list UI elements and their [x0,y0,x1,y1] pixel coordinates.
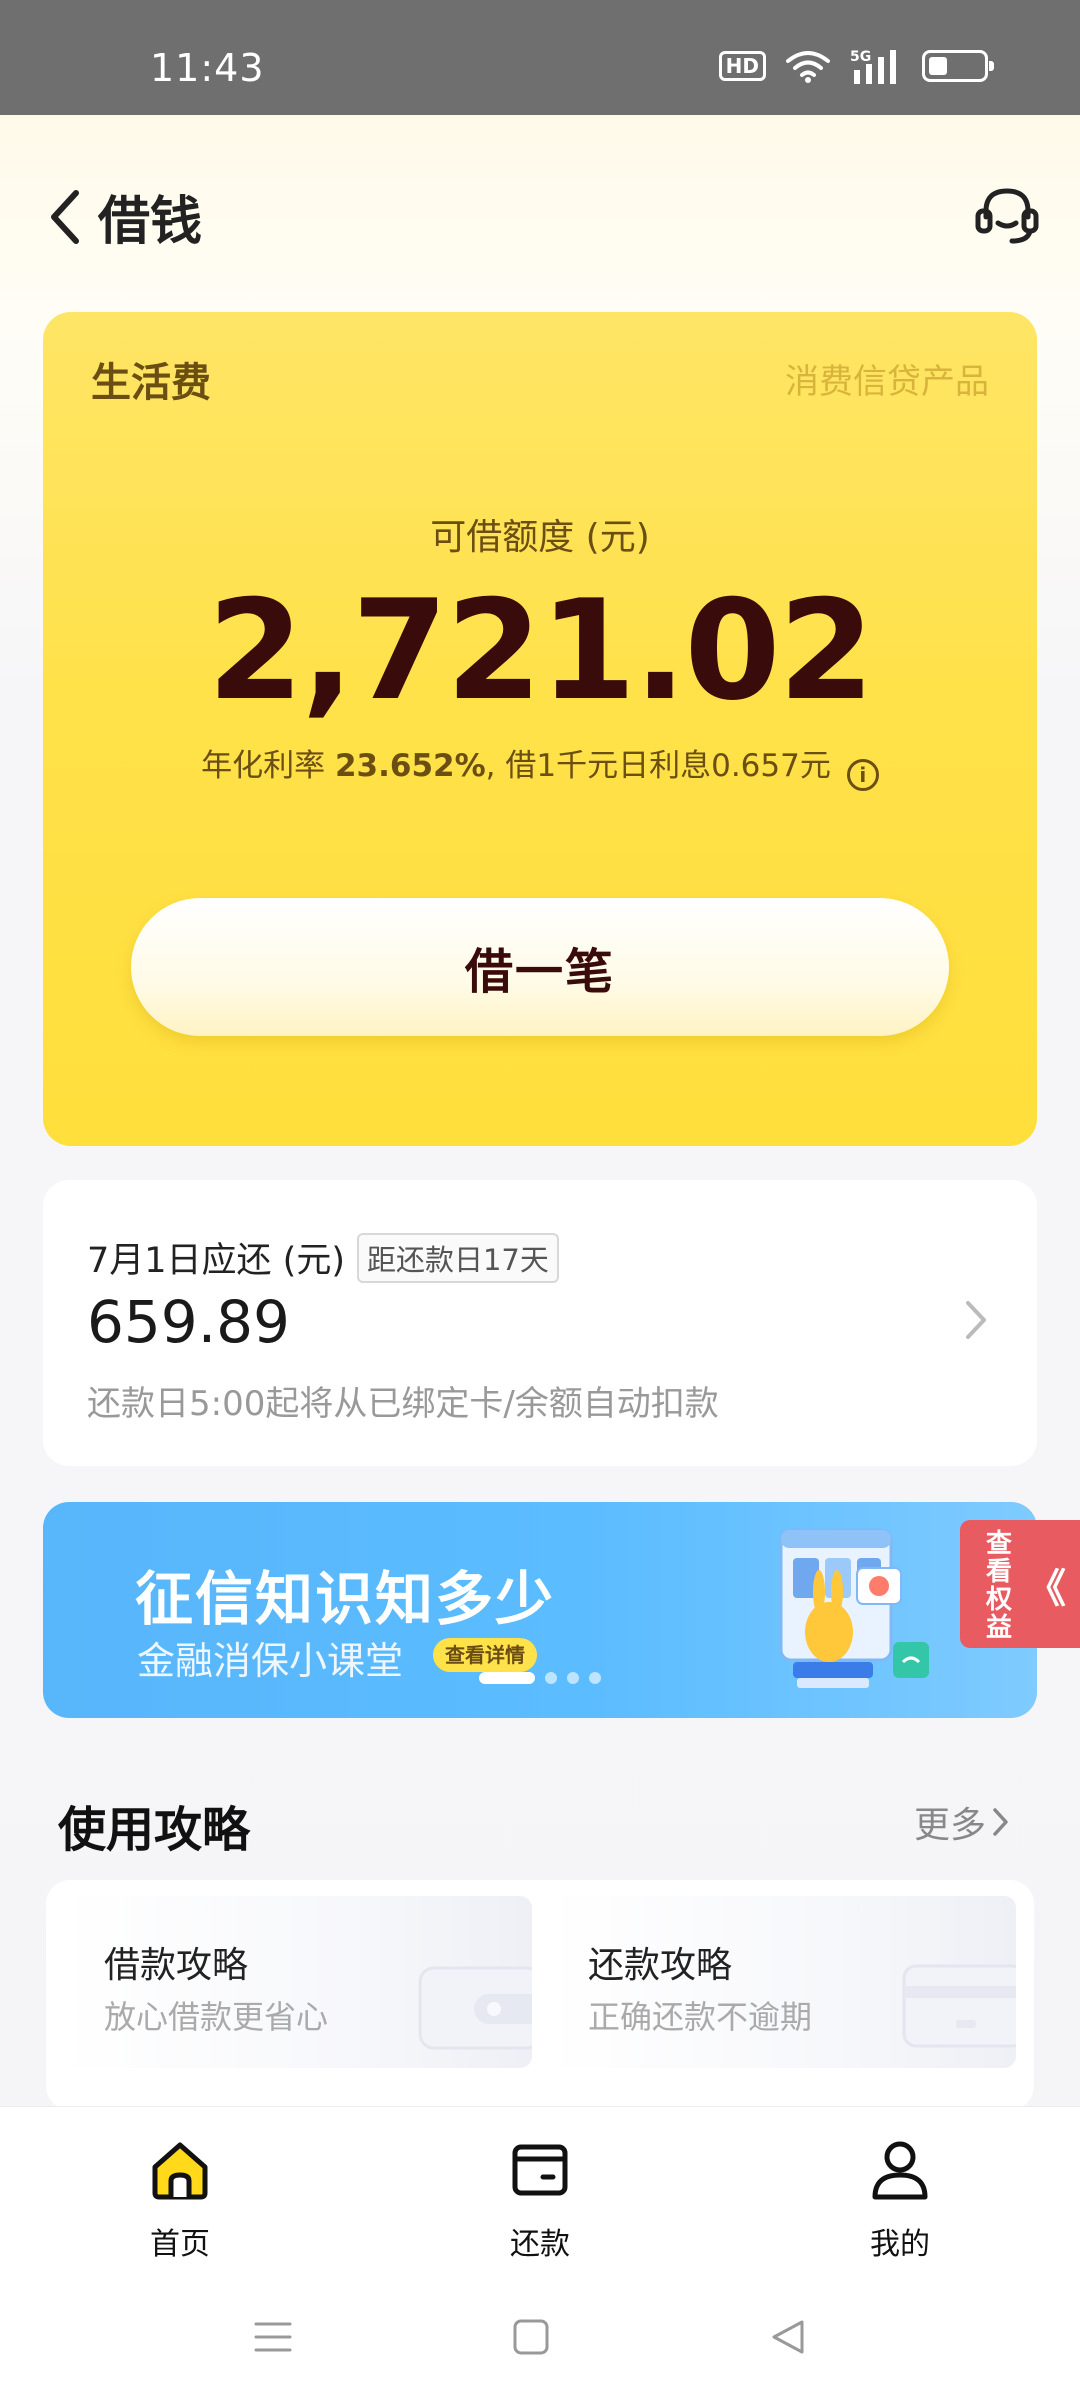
header: 借钱 [0,165,1080,265]
guide-title: 还款攻略 [588,1945,733,1986]
system-nav-bar [0,2286,1080,2400]
status-time: 11:43 [150,46,265,90]
hd-icon: HD [718,51,766,81]
repayment-amount: 659.89 [87,1288,290,1356]
rate-prefix: 年化利率 [201,748,335,784]
wifi-icon [786,51,830,83]
product-type: 消费信贷产品 [785,362,989,402]
repayment-note: 还款日5:00起将从已绑定卡/余额自动扣款 [87,1384,719,1424]
guide-item-repay[interactable]: 还款攻略 正确还款不逾期 [546,1896,1016,2068]
wallet-decoration-icon [418,1966,532,2050]
system-back-icon[interactable] [766,2314,812,2360]
borrow-button[interactable]: 借一笔 [131,898,949,1036]
repayment-title: 7月1日应还 (元) [87,1241,345,1281]
pagination-dot [589,1672,601,1684]
back-arrow-icon[interactable] [46,187,86,247]
status-bar: 11:43 HD 5G [0,0,1080,115]
repayment-header: 7月1日应还 (元) 距还款日17天 [87,1232,559,1283]
nav-label: 我的 [870,2227,930,2262]
card-decoration-icon [902,1964,1016,2048]
customer-service-icon[interactable] [972,179,1042,249]
pagination-dot [567,1672,579,1684]
user-icon [872,2141,928,2200]
banner-detail-button[interactable]: 查看详情 [433,1638,537,1672]
banner-title: 征信知识知多少 [135,1565,556,1633]
signal-icon: 5G [850,49,896,84]
home-icon [152,2142,208,2200]
promo-banner[interactable]: 征信知识知多少 金融消保小课堂 查看详情 [43,1502,1037,1718]
nav-mine[interactable]: 我的 [820,2137,980,2263]
benefits-side-tab[interactable]: 查看权益 《 [960,1520,1080,1648]
status-icons: HD 5G [718,48,994,84]
chevron-right-icon [966,1301,986,1339]
section-title: 使用攻略 [58,1802,251,1858]
wallet-icon [512,2144,568,2196]
battery-icon [922,50,994,82]
banner-pagination [479,1672,601,1684]
nav-label: 首页 [150,2227,210,2262]
loan-card: 生活费 消费信贷产品 可借额度 (元) 2,721.02 年化利率 23.652… [43,312,1037,1146]
page-title: 借钱 [98,192,203,252]
guide-item-borrow[interactable]: 借款攻略 放心借款更省心 [62,1896,532,2068]
guide-title: 借款攻略 [104,1945,249,1986]
countdown-badge: 距还款日17天 [356,1232,559,1283]
page: 11:43 HD 5G 借钱 生活费 消费信贷产品 可借额度 (元) 2,721… [0,0,1080,2400]
bottom-nav: 首页 还款 我的 [0,2106,1080,2286]
side-tab-label: 查看权益 [986,1529,1013,1643]
side-tab-arrow: 《 [1026,1566,1066,1612]
guide-card: 借款攻略 放心借款更省心 还款攻略 正确还款不逾期 [46,1880,1034,2110]
rate-suffix: , 借1千元日利息0.657元 [485,748,831,784]
repayment-card[interactable]: 7月1日应还 (元) 距还款日17天 659.89 还款日5:00起将从已绑定卡… [43,1180,1037,1466]
more-link[interactable]: 更多 [914,1796,1010,1848]
guide-subtitle: 放心借款更省心 [104,1998,329,2036]
pagination-dot [479,1672,535,1684]
pagination-dot [545,1672,557,1684]
rate-line: 年化利率 23.652%, 借1千元日利息0.657元 i [43,740,1037,791]
nav-repay[interactable]: 还款 [460,2137,620,2263]
nav-label: 还款 [510,2227,570,2262]
nav-home[interactable]: 首页 [100,2137,260,2263]
product-name: 生活费 [91,360,211,406]
system-home-icon[interactable] [508,2314,554,2360]
network-label: 5G [850,49,871,65]
guide-subtitle: 正确还款不逾期 [588,1998,813,2036]
chevron-right-icon [993,1808,1008,1836]
banner-illustration [779,1528,929,1688]
rate-value: 23.652% [334,748,486,784]
available-amount: 2,721.02 [207,570,875,731]
more-label: 更多 [913,1805,986,1846]
info-icon[interactable]: i [846,759,879,791]
amount-label: 可借额度 (元) [430,517,650,558]
recent-apps-icon[interactable] [250,2314,296,2360]
banner-subtitle: 金融消保小课堂 [137,1639,404,1683]
